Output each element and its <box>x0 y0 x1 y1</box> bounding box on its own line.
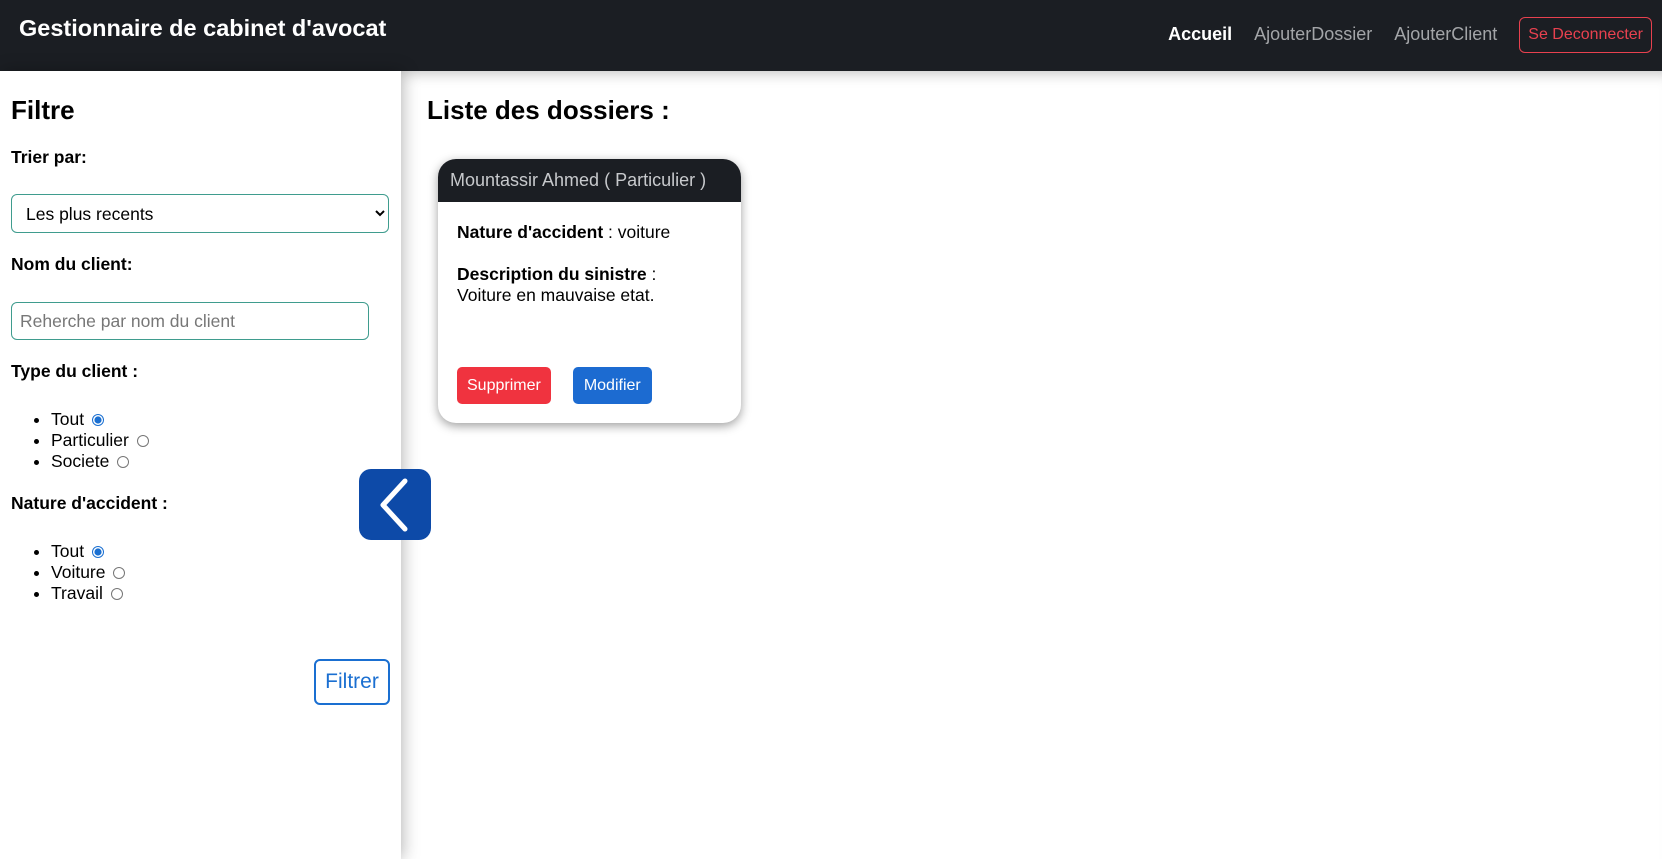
nav-links: Accueil AjouterDossier AjouterClient Se … <box>1168 16 1662 53</box>
delete-button[interactable]: Supprimer <box>457 367 551 404</box>
main-content: Liste des dossiers : Mountassir Ahmed ( … <box>401 71 1662 859</box>
filter-button[interactable]: Filtrer <box>314 659 390 705</box>
dossier-card-header: Mountassir Ahmed ( Particulier ) <box>438 159 741 202</box>
radio-label-societe: Societe <box>51 451 110 471</box>
radio-label-voiture: Voiture <box>51 562 106 582</box>
description-separator: : <box>646 264 657 284</box>
brand-title[interactable]: Gestionnaire de cabinet d'avocat <box>19 15 386 42</box>
nav-link-accueil[interactable]: Accueil <box>1168 24 1232 45</box>
radio-label-tout: Tout <box>51 409 85 429</box>
radio-label-tout: Tout <box>51 541 85 561</box>
list-item: Voiture <box>51 562 126 583</box>
edit-button[interactable]: Modifier <box>572 367 652 404</box>
radio-accident-travail[interactable] <box>110 588 123 600</box>
list-item: Tout <box>51 409 149 430</box>
client-search-input[interactable] <box>11 302 369 340</box>
chevron-left-icon <box>380 478 408 531</box>
radio-client-type-tout[interactable] <box>92 414 105 426</box>
dossier-card: Mountassir Ahmed ( Particulier ) Nature … <box>438 159 741 423</box>
description-label: Description du sinistre <box>457 264 647 284</box>
radio-label-travail: Travail <box>51 583 103 603</box>
dossier-card-actions: Supprimer Modifier <box>457 367 652 404</box>
list-item: Particulier <box>51 430 149 451</box>
sidebar-toggle-button[interactable] <box>359 469 431 540</box>
list-item: Travail <box>51 583 125 604</box>
nav-link-ajouter-client[interactable]: AjouterClient <box>1394 24 1497 45</box>
radio-label-particulier: Particulier <box>51 430 129 450</box>
radio-accident-tout[interactable] <box>92 546 105 558</box>
sidebar-title: Filtre <box>11 95 75 125</box>
filter-sidebar: Filtre Trier par: Les plus recents Nom d… <box>0 71 401 859</box>
accident-type-list: Tout Voiture Travail <box>51 541 126 604</box>
list-item: Tout <box>51 541 125 562</box>
sort-select[interactable]: Les plus recents <box>11 194 389 233</box>
navbar: Gestionnaire de cabinet d'avocat Accueil… <box>0 0 1662 71</box>
radio-accident-voiture[interactable] <box>113 567 126 579</box>
nature-row: Nature d'accident : voiture <box>457 222 722 243</box>
list-item: Societe <box>51 451 149 472</box>
description-value: Voiture en mauvaise etat. <box>457 285 655 305</box>
client-name-label: Nom du client: <box>11 254 133 274</box>
sort-label: Trier par: <box>11 147 87 167</box>
nav-link-ajouter-dossier[interactable]: AjouterDossier <box>1254 24 1372 45</box>
dossier-card-body: Nature d'accident : voiture Description … <box>438 202 741 326</box>
description-row: Description du sinistre : Voiture en mauv… <box>457 264 722 306</box>
accident-label: Nature d'accident : <box>11 493 168 513</box>
client-type-list: Tout Particulier Societe <box>51 409 149 472</box>
nature-value: : voiture <box>603 222 671 242</box>
page-title: Liste des dossiers : <box>427 95 670 125</box>
radio-client-type-societe[interactable] <box>117 456 130 468</box>
nature-label: Nature d'accident <box>457 222 604 242</box>
radio-client-type-particulier[interactable] <box>136 435 149 447</box>
client-type-label: Type du client : <box>11 361 139 381</box>
logout-button[interactable]: Se Deconnecter <box>1519 16 1652 53</box>
